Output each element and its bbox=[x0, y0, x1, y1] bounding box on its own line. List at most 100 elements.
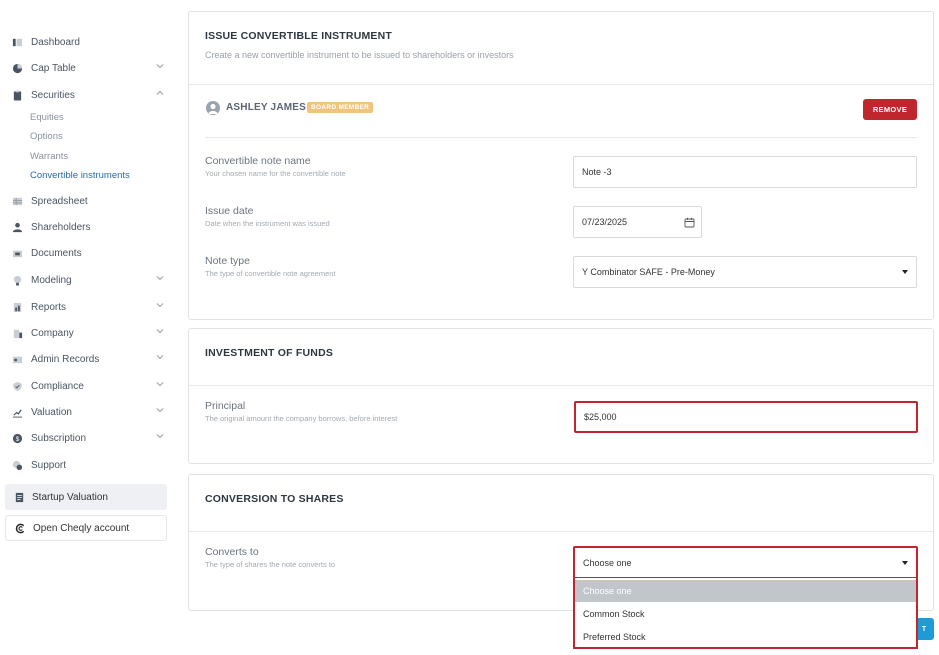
sidebar-item-label: Documents bbox=[31, 247, 82, 259]
calendar-icon[interactable] bbox=[684, 217, 695, 228]
divider bbox=[189, 84, 933, 85]
investment-card: INVESTMENT OF FUNDS Principal The origin… bbox=[188, 328, 934, 464]
sidebar-item-label: Shareholders bbox=[31, 221, 91, 233]
sidebar-item-label: Valuation bbox=[31, 406, 72, 418]
lightbulb-icon bbox=[12, 275, 23, 286]
note-name-label: Convertible note name bbox=[205, 155, 311, 167]
sidebar-sub-equities[interactable]: Equities bbox=[30, 112, 64, 123]
sidebar: Dashboard Cap Table Securities Equities … bbox=[0, 0, 172, 655]
card-subtitle: Create a new convertible instrument to b… bbox=[205, 50, 514, 60]
principal-label: Principal bbox=[205, 400, 246, 412]
sidebar-item-securities[interactable]: Securities bbox=[12, 85, 168, 105]
issue-date-value: 07/23/2025 bbox=[582, 217, 628, 227]
note-name-value: Note -3 bbox=[582, 167, 612, 177]
chevron-up-icon bbox=[156, 90, 164, 95]
chevron-down-icon bbox=[156, 355, 164, 360]
report-icon bbox=[12, 302, 23, 313]
chevron-down-icon bbox=[156, 408, 164, 413]
sidebar-item-reports[interactable]: Reports bbox=[12, 297, 168, 317]
cheqly-logo-icon bbox=[15, 523, 26, 534]
sidebar-item-support[interactable]: Support bbox=[12, 455, 168, 475]
principal-input[interactable]: $25,000 bbox=[574, 401, 918, 433]
note-type-value: Y Combinator SAFE - Pre-Money bbox=[582, 267, 715, 277]
note-type-select[interactable]: Y Combinator SAFE - Pre-Money bbox=[573, 256, 917, 288]
sidebar-item-label: Admin Records bbox=[31, 353, 100, 365]
chevron-down-icon bbox=[156, 329, 164, 334]
divider bbox=[189, 531, 933, 532]
sidebar-item-label: Compliance bbox=[31, 380, 84, 392]
sidebar-item-label: Company bbox=[31, 327, 74, 339]
role-badge: BOARD MEMBER bbox=[307, 102, 374, 113]
sidebar-item-label: Support bbox=[31, 459, 67, 471]
sidebar-sub-options[interactable]: Options bbox=[30, 131, 63, 142]
sidebar-item-company[interactable]: Company bbox=[12, 323, 168, 343]
pie-chart-icon bbox=[12, 63, 23, 74]
note-name-help: Your chosen name for the convertible not… bbox=[205, 169, 346, 178]
chevron-down-icon bbox=[156, 276, 164, 281]
remove-button[interactable]: REMOVE bbox=[863, 99, 917, 120]
issue-date-help: Date when the instrument was issued bbox=[205, 219, 330, 228]
building-icon bbox=[12, 328, 23, 339]
sidebar-item-label: Cap Table bbox=[31, 62, 76, 74]
dropdown-option-preferred-stock[interactable]: Preferred Stock bbox=[575, 626, 916, 648]
sidebar-item-valuation[interactable]: Valuation bbox=[12, 402, 168, 422]
sidebar-item-label: Spreadsheet bbox=[31, 195, 88, 207]
sidebar-item-label: Modeling bbox=[31, 274, 72, 286]
note-name-input[interactable]: Note -3 bbox=[573, 156, 917, 188]
dashboard-icon bbox=[12, 37, 23, 48]
converts-to-value: Choose one bbox=[583, 557, 632, 568]
sidebar-item-documents[interactable]: Documents bbox=[12, 243, 168, 263]
caret-down-icon bbox=[902, 270, 908, 274]
records-icon bbox=[12, 354, 23, 365]
issue-date-label: Issue date bbox=[205, 205, 254, 217]
sidebar-item-label: Securities bbox=[31, 89, 75, 101]
card-title: ISSUE CONVERTIBLE INSTRUMENT bbox=[205, 30, 393, 42]
converts-to-dropdown-list: Choose one Common Stock Preferred Stock bbox=[573, 578, 918, 649]
document-icon bbox=[14, 492, 25, 503]
sidebar-item-spreadsheet[interactable]: Spreadsheet bbox=[12, 191, 168, 211]
sidebar-item-shareholders[interactable]: Shareholders bbox=[12, 217, 168, 237]
sidebar-item-label: Reports bbox=[31, 301, 67, 313]
grid-icon bbox=[12, 196, 23, 207]
startup-valuation-button[interactable]: Startup Valuation bbox=[5, 484, 167, 510]
sidebar-item-admin-records[interactable]: Admin Records bbox=[12, 349, 168, 369]
open-cheqly-account-button[interactable]: Open Cheqly account bbox=[5, 515, 167, 541]
converts-to-label: Converts to bbox=[205, 546, 259, 558]
divider bbox=[189, 385, 933, 386]
issue-date-input[interactable]: 07/23/2025 bbox=[573, 206, 702, 238]
folder-icon bbox=[12, 248, 23, 259]
dollar-icon: $ bbox=[12, 433, 23, 444]
sidebar-item-subscription[interactable]: $ Subscription bbox=[12, 428, 168, 448]
sidebar-sub-warrants[interactable]: Warrants bbox=[30, 151, 68, 162]
chart-icon bbox=[12, 407, 23, 418]
dropdown-option-common-stock[interactable]: Common Stock bbox=[575, 603, 916, 625]
sidebar-item-modeling[interactable]: Modeling bbox=[12, 270, 168, 290]
svg-text:$: $ bbox=[16, 435, 20, 442]
dropdown-option-choose-one[interactable]: Choose one bbox=[575, 580, 916, 602]
support-icon bbox=[12, 460, 23, 471]
card-title: INVESTMENT OF FUNDS bbox=[205, 347, 334, 359]
open-cheqly-account-label: Open Cheqly account bbox=[33, 522, 130, 534]
issue-instrument-card: ISSUE CONVERTIBLE INSTRUMENT Create a ne… bbox=[188, 11, 934, 320]
converts-to-select[interactable]: Choose one bbox=[573, 546, 918, 579]
person-name: ASHLEY JAMES bbox=[226, 102, 307, 113]
caret-down-icon bbox=[902, 560, 908, 565]
chevron-down-icon bbox=[156, 434, 164, 439]
sidebar-sub-convertible-instruments[interactable]: Convertible instruments bbox=[30, 170, 130, 181]
divider bbox=[205, 137, 917, 138]
sidebar-item-compliance[interactable]: Compliance bbox=[12, 376, 168, 396]
startup-valuation-label: Startup Valuation bbox=[32, 491, 108, 503]
sidebar-item-dashboard[interactable]: Dashboard bbox=[12, 32, 168, 52]
principal-help: The original amount the company borrows,… bbox=[205, 414, 398, 423]
clipboard-icon bbox=[12, 89, 23, 101]
note-type-help: The type of convertible note agreement bbox=[205, 269, 336, 278]
sidebar-item-label: Subscription bbox=[31, 432, 87, 444]
chevron-down-icon bbox=[156, 64, 164, 69]
avatar-icon bbox=[206, 101, 220, 115]
sidebar-item-cap-table[interactable]: Cap Table bbox=[12, 58, 168, 78]
shield-icon bbox=[12, 381, 23, 392]
person-icon bbox=[12, 222, 23, 233]
card-title: CONVERSION TO SHARES bbox=[205, 493, 344, 505]
note-type-label: Note type bbox=[205, 255, 250, 267]
converts-to-help: The type of shares the note converts to bbox=[205, 560, 336, 569]
